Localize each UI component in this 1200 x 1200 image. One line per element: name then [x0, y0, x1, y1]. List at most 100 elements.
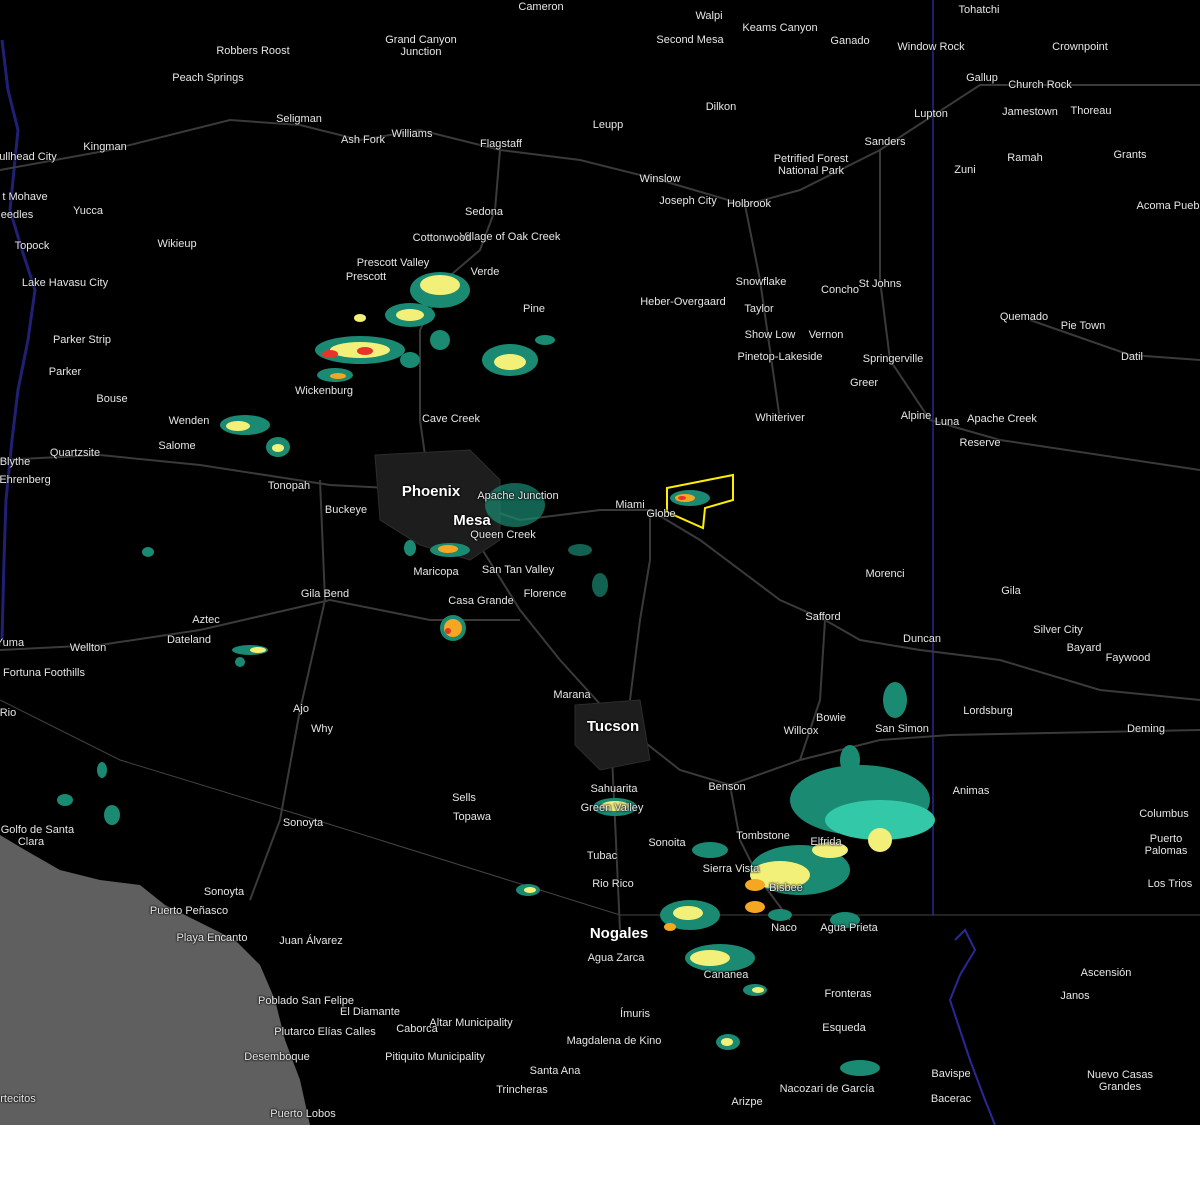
place-label: Quartzsite	[49, 447, 101, 459]
place-label: Buckeye	[324, 504, 368, 516]
place-label: Lordsburg	[963, 705, 1013, 717]
place-label: Peach Springs	[172, 72, 244, 84]
place-label: Elfrida	[810, 836, 842, 848]
place-label: Puerto Lobos	[270, 1108, 336, 1120]
place-label: Thoreau	[1070, 105, 1112, 117]
place-label: Seligman	[276, 113, 322, 125]
place-label: Tohatchi	[958, 4, 1000, 16]
place-label: Snowflake	[735, 276, 787, 288]
place-label: Esqueda	[822, 1022, 866, 1034]
blank-footer	[0, 1125, 1200, 1200]
place-label: Casa Grande	[448, 595, 514, 607]
place-label: Yucca	[73, 205, 103, 217]
place-label: Magdalena de Kino	[566, 1035, 662, 1047]
place-label: eedles	[0, 209, 34, 221]
place-label: Benson	[708, 781, 746, 793]
place-label: Janos	[1060, 990, 1090, 1002]
place-label: Wickenburg	[294, 385, 354, 397]
place-label: Bisbee	[769, 882, 803, 894]
place-label: Ehrenberg	[0, 474, 51, 486]
place-label: Datil	[1120, 351, 1144, 363]
place-label: Kingman	[83, 141, 127, 153]
place-label: Trincheras	[496, 1084, 548, 1096]
place-label: El Diamante	[340, 1006, 400, 1018]
place-label: Second Mesa	[656, 34, 724, 46]
place-label: Sahuarita	[590, 783, 638, 795]
place-label: Verde	[470, 266, 500, 278]
place-label: ullhead City	[0, 151, 57, 163]
place-label: Playa Encanto	[176, 932, 248, 944]
place-label: Apache Junction	[477, 490, 559, 502]
cell-southwest	[57, 547, 268, 825]
place-label: Pitiquito Municipality	[385, 1051, 485, 1063]
place-label: Columbus	[1139, 808, 1189, 820]
place-label: Ramah	[1007, 152, 1043, 164]
cell-globe	[670, 490, 710, 506]
place-label: Lupton	[914, 108, 948, 120]
cell-casa-grande	[440, 615, 466, 641]
place-label: t Mohave	[2, 191, 48, 203]
place-label: Window Rock	[897, 41, 965, 53]
place-label: Concho	[821, 284, 859, 296]
place-label: rtecitos	[0, 1093, 36, 1105]
place-label: Bavispe	[931, 1068, 971, 1080]
place-label: Puerto Peñasco	[149, 905, 229, 917]
place-label: Puerto Palomas	[1144, 833, 1188, 857]
place-label: Ascensión	[1080, 967, 1132, 979]
place-label: Tombstone	[736, 830, 790, 842]
place-label: Wellton	[69, 642, 107, 654]
place-label: Los Trios	[1147, 878, 1193, 890]
place-label: Altar Municipality	[429, 1017, 513, 1029]
colorado-river	[0, 39, 37, 641]
place-label: Tucson	[586, 718, 640, 735]
place-label: Sanders	[864, 136, 906, 148]
place-label: Ajo	[293, 703, 309, 715]
place-label: Cottonwood	[412, 232, 472, 244]
place-label: Morenci	[865, 568, 905, 580]
place-label: Duncan	[903, 633, 941, 645]
place-label: Sonoyta	[282, 817, 324, 829]
place-label: Fronteras	[824, 988, 872, 1000]
place-label: Petrified Forest National Park	[773, 153, 849, 177]
place-label: Bacerac	[930, 1093, 972, 1105]
place-label: Pinetop-Lakeside	[737, 351, 823, 363]
place-label: Sierra Vista	[702, 863, 760, 875]
place-label: Wikieup	[157, 238, 197, 250]
place-label: Vernon	[808, 329, 844, 341]
place-label: Cananea	[703, 969, 749, 981]
radar-map[interactable]: Cameron Walpi Keams Canyon Second Mesa Tohat…	[0, 0, 1200, 1125]
place-label: Gallup	[966, 72, 998, 84]
place-label: St Johns	[858, 278, 902, 290]
place-label: Fortuna Foothills	[3, 667, 85, 679]
place-label: Pie Town	[1060, 320, 1106, 332]
place-label: Dateland	[166, 634, 212, 646]
place-label: Yuma	[0, 637, 25, 649]
place-label: Springerville	[862, 353, 924, 365]
place-label: Caborca	[396, 1023, 438, 1035]
place-label: Whiteriver	[755, 412, 805, 424]
place-label: Church Rock	[1008, 79, 1072, 91]
place-label: Tubac	[586, 850, 618, 862]
place-label: Quemado	[999, 311, 1049, 323]
place-label: Winslow	[639, 173, 681, 185]
place-label: Show Low	[744, 329, 796, 341]
place-label: Why	[311, 723, 333, 735]
place-label: Ganado	[830, 35, 870, 47]
place-label: Topawa	[453, 811, 491, 823]
place-label: Mesa	[453, 512, 491, 529]
gulf-of-california	[0, 835, 310, 1125]
place-label: Salome	[158, 440, 196, 452]
place-label: Crownpoint	[1052, 41, 1108, 53]
place-label: Luna	[934, 416, 960, 428]
cell-prescott	[315, 272, 470, 382]
place-label: Queen Creek	[470, 529, 536, 541]
place-label: Keams Canyon	[742, 22, 818, 34]
place-label: Juan Álvarez	[279, 935, 343, 947]
place-label: Parker	[48, 366, 82, 378]
place-label: Safford	[805, 611, 841, 623]
place-label: Leupp	[592, 119, 624, 131]
place-label: Tonopah	[267, 480, 311, 492]
place-label: Maricopa	[413, 566, 459, 578]
place-label: Pine	[522, 303, 546, 315]
place-label: Phoenix	[401, 483, 461, 500]
